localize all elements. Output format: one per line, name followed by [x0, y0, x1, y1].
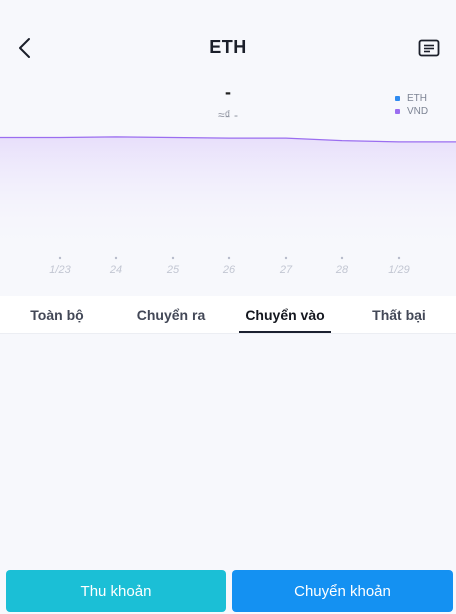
x-tick-label: 1/29: [388, 264, 409, 276]
tab-transfer-out[interactable]: Chuyển ra: [114, 296, 228, 334]
tab-transfer-in[interactable]: Chuyển vào: [228, 296, 342, 334]
tab-failed[interactable]: Thất bại: [342, 296, 456, 334]
legend-item: VND: [395, 105, 455, 118]
x-tick-label: 26: [222, 264, 236, 276]
x-tick-label: 28: [335, 264, 349, 276]
records-button[interactable]: [414, 34, 444, 62]
x-tick-mark: [58, 256, 62, 260]
transaction-tabs: Toàn bộ Chuyển ra Chuyển vào Thất bại: [0, 296, 456, 334]
price-chart: 1/23 24 25 26 27 28 1/29: [0, 130, 456, 290]
page-title: ETH: [209, 37, 247, 57]
x-tick-label: 1/23: [49, 264, 71, 276]
price-value: -: [225, 82, 231, 102]
x-tick-mark: [284, 256, 288, 260]
tab-label: Toàn bộ: [30, 307, 84, 323]
x-tick-mark: [114, 256, 118, 260]
chart-canvas: 1/23 24 25 26 27 28 1/29: [0, 136, 456, 276]
legend-label: VND: [407, 106, 429, 117]
list-icon: [418, 39, 440, 57]
legend-swatch: [395, 96, 400, 101]
x-tick-label: 25: [166, 264, 180, 276]
x-tick-mark: [227, 256, 231, 260]
receive-button-label: Thu khoản: [80, 582, 152, 600]
x-tick-mark: [397, 256, 401, 260]
tab-label: Thất bại: [372, 307, 426, 323]
x-tick-mark: [171, 256, 175, 260]
tab-label: Chuyển ra: [136, 307, 206, 323]
legend-swatch: [395, 109, 400, 114]
price-fiat-value: ≈₫ -: [217, 108, 239, 122]
header: ETH: [0, 0, 456, 95]
receive-button[interactable]: Thu khoản: [6, 570, 226, 612]
legend-item: ETH: [395, 92, 455, 105]
legend-label: ETH: [407, 93, 427, 104]
x-tick-mark: [340, 256, 344, 260]
x-tick-label: 24: [109, 264, 122, 276]
tab-label: Chuyển vào: [245, 307, 325, 323]
tab-all[interactable]: Toàn bộ: [0, 296, 114, 334]
chart-legend: ETH VND: [395, 92, 455, 118]
transfer-button-label: Chuyển khoản: [294, 582, 391, 600]
series-area: [0, 136, 456, 255]
transfer-button[interactable]: Chuyển khoản: [232, 570, 453, 612]
x-tick-label: 27: [279, 264, 293, 276]
active-tab-indicator: [239, 331, 331, 333]
